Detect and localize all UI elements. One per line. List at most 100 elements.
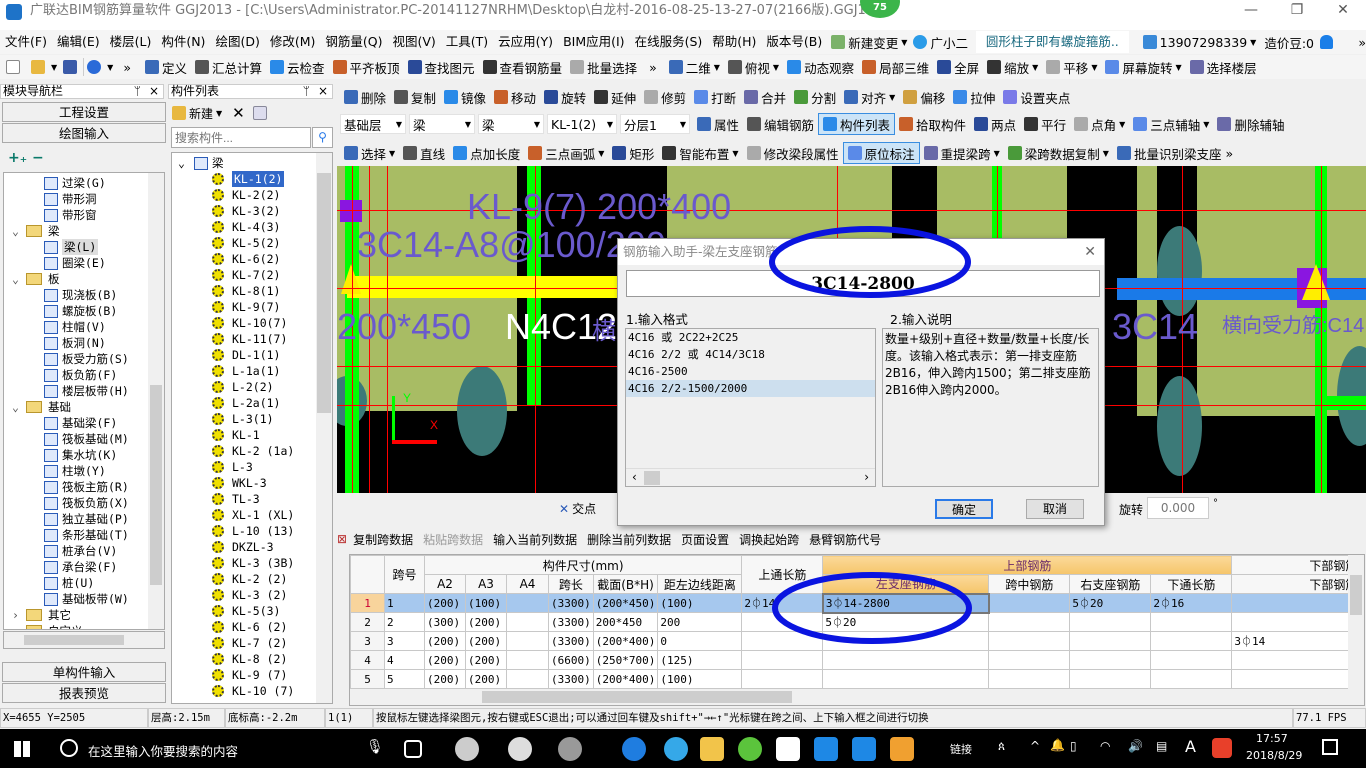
format-list[interactable]: ‹ › 4C16 或 2C22+2C25 4C16 2/2 或 4C14/3C18 4… [625,328,876,487]
table-cell[interactable] [506,612,549,632]
windows-start-icon[interactable] [14,741,30,757]
table-cell[interactable]: 2⏀14 [741,593,824,613]
battery-icon[interactable]: ▯ [1070,739,1077,753]
toolbar-button[interactable]: 两点 [970,113,1020,135]
tree-item[interactable]: 螺旋板(B) [44,303,117,319]
dropdown-arrow-icon[interactable]: ▼ [1175,63,1181,72]
links-toolbar[interactable]: 链接 [950,741,972,757]
rotate-input[interactable]: 0.000 [1147,497,1209,519]
toolbar-button[interactable]: 局部三维 [858,56,933,78]
toolbar-button[interactable]: 分割 [790,86,840,108]
close-button[interactable]: ✕ [1320,0,1366,22]
floor-select[interactable]: 基础层 ▼ [340,114,406,134]
table-cell[interactable] [506,669,549,689]
table-cell[interactable]: (200) [465,631,507,651]
close-icon[interactable]: × [318,85,328,98]
table-cell[interactable] [1069,669,1152,689]
table-cell[interactable] [1231,612,1361,632]
table-cell[interactable]: (3300) [548,669,594,689]
column[interactable] [1157,376,1202,476]
toolbar-button[interactable]: 动态观察 [783,56,858,78]
people-icon[interactable]: ጰ [998,739,1005,754]
tree-folder[interactable]: ⌄ 基础 [12,399,71,415]
grid-toolbar-button[interactable]: 调换起始跨 [739,531,799,548]
new-component-button[interactable]: 新建 [189,105,213,122]
component-item[interactable]: KL-5(2) [212,235,280,251]
toolbar-button[interactable]: 打断 [690,86,740,108]
component-item[interactable]: DL-1(1) [212,347,280,363]
menu-item[interactable]: 工具(T) [441,30,493,54]
table-cell[interactable] [988,631,1071,651]
table-cell[interactable]: (200) [424,669,466,689]
nav-tree-scrollbar[interactable] [148,173,164,629]
tree-item[interactable]: 带形窗 [44,207,97,223]
tree-item[interactable]: 基础梁(F) [44,415,117,431]
menu-item[interactable]: 楼层(L) [105,30,157,54]
tree-item[interactable]: 基础板带(W) [44,591,129,607]
toolbar-button[interactable]: 智能布置 ▼ [658,142,742,164]
table-row[interactable]: 5 5 (200) (200) (3300) (200*400) (100) [350,669,1361,689]
table-cell[interactable]: 3⏀14-2800 [821,592,990,614]
table-cell[interactable]: (200) [465,650,507,670]
sogou-icon[interactable] [1212,738,1232,758]
table-cell[interactable]: (200) [424,593,466,613]
table-row[interactable]: 4 4 (200) (200) (6600) (250*700) (125) [350,650,1361,670]
microphone-icon[interactable]: 🎙 [366,739,384,755]
chevron-down-icon[interactable]: ⌄ [12,399,26,415]
table-cell[interactable] [1231,593,1361,613]
tree-item[interactable]: 柱帽(V) [44,319,106,335]
tree-item[interactable]: 板受力筋(S) [44,351,129,367]
table-cell[interactable] [741,650,824,670]
browser-green-icon[interactable] [738,737,762,761]
toolbar-button[interactable]: 设置夹点 [999,86,1074,108]
table-cell[interactable] [506,631,549,651]
component-item[interactable]: KL-2 (1a) [212,443,294,459]
notes-app-icon[interactable] [890,737,914,761]
component-item[interactable]: XL-1 (XL) [212,507,294,523]
toolbar-button[interactable]: 定义 [141,56,191,78]
dialog-close-button[interactable]: ✕ [1084,239,1096,265]
menu-overflow[interactable]: » [1358,35,1366,50]
toolbar-button[interactable]: 平行 [1020,113,1070,135]
tree-item[interactable]: 筏板负筋(X) [44,495,129,511]
toolbar-button[interactable]: 查看钢筋量 [479,56,567,78]
tree-item[interactable]: 独立基础(P) [44,511,129,527]
tree-item[interactable]: 桩承台(V) [44,543,117,559]
toolbar-button[interactable]: 选择 ▼ [340,142,399,164]
row-number[interactable]: 2 [350,612,385,632]
table-cell[interactable] [988,669,1071,689]
table-cell[interactable] [1150,631,1233,651]
dropdown-arrow-icon[interactable]: ▼ [889,93,895,102]
dropdown-arrow-icon[interactable]: ▼ [773,63,779,72]
table-cell[interactable]: 5⏀20 [1069,593,1152,613]
toolbar-button[interactable]: 三点画弧 ▼ [524,142,608,164]
grid-toolbar-button[interactable]: 输入当前列数据 [493,531,577,548]
component-item[interactable]: L-1a(1) [212,363,280,379]
dropdown-arrow-icon[interactable]: ▼ [1091,63,1097,72]
menu-item[interactable]: 视图(V) [387,30,440,54]
table-cell[interactable] [506,593,549,613]
glodon-app-icon[interactable] [852,737,876,761]
column[interactable] [1157,226,1202,316]
account-button[interactable]: 13907298339 ▼ [1142,35,1256,50]
component-item[interactable]: KL-11(7) [212,331,287,347]
layer-select[interactable]: 分层1 ▼ [620,114,690,134]
toolbar-button[interactable]: 属性 [693,113,743,135]
table-cell[interactable]: (3300) [548,612,594,632]
toolbar-button[interactable]: 重提梁跨 ▼ [920,142,1004,164]
draw-input-button[interactable]: 绘图输入 [2,123,166,143]
toolbar-button[interactable]: 点加长度 [449,142,524,164]
toolbar-button[interactable]: 删除 [340,86,390,108]
toolbar-button[interactable]: 批量选择 [566,56,641,78]
toolbar-button[interactable]: 三点辅轴 ▼ [1129,113,1213,135]
chevron-down-icon[interactable]: ⌄ [12,223,26,239]
toolbar-button[interactable]: 偏移 [899,86,949,108]
table-cell[interactable] [822,650,990,670]
menu-item[interactable]: BIM应用(I) [558,30,630,54]
grid-toolbar-button[interactable]: 悬臂钢筋代号 [809,531,881,548]
tree-folder[interactable]: › 其它 [12,607,71,623]
chevron-down-icon[interactable]: ⌄ [12,623,26,629]
menu-item[interactable]: 帮助(H) [707,30,761,54]
clock-time[interactable]: 17:57 [1256,732,1288,745]
tree-item[interactable]: 梁(L) [44,239,99,255]
